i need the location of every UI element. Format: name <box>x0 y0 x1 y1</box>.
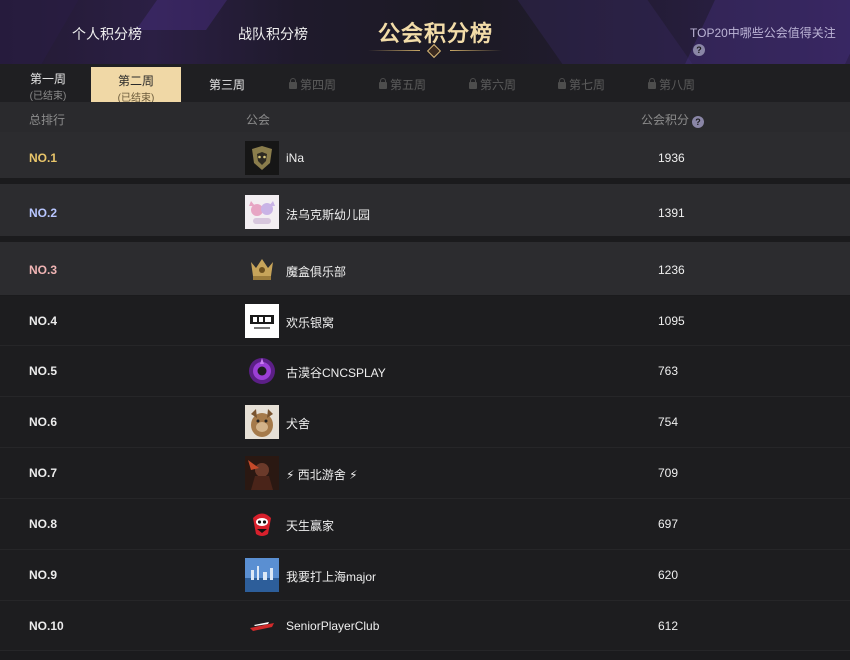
table-row: NO.6 犬舍 754 <box>0 397 850 448</box>
table-row: NO.4 欢乐银窝 1095 <box>0 296 850 346</box>
guild-logo <box>245 558 279 592</box>
guild-logo <box>245 456 279 490</box>
rank-label: NO.8 <box>29 517 58 531</box>
guild-points: 1391 <box>658 206 685 220</box>
tab-status: (已结束) <box>29 91 67 102</box>
guild-name[interactable]: 欢乐银窝 <box>286 314 334 331</box>
column-rank: 总排行 <box>29 113 66 127</box>
column-points-label: 公会积分 <box>641 113 690 127</box>
guild-points: 612 <box>658 619 679 633</box>
tab-week-5: 第五周 <box>379 64 426 102</box>
rank-label: NO.1 <box>29 151 58 165</box>
lock-icon <box>379 78 387 89</box>
tab-label: 第七周 <box>569 78 606 92</box>
guild-points: 1095 <box>658 314 685 328</box>
table-row: NO.3 魔盒俱乐部 1236 <box>0 242 850 296</box>
tab-week-8: 第八周 <box>648 64 695 102</box>
tab-label: 第一周 <box>29 72 66 86</box>
lock-icon <box>289 78 297 89</box>
tab-label: 第八周 <box>659 78 696 92</box>
guild-name[interactable]: SeniorPlayerClub <box>286 619 379 633</box>
guild-logo <box>245 195 279 229</box>
guild-points: 754 <box>658 415 679 429</box>
table-row: NO.9 我要打上海major 620 <box>0 550 850 601</box>
week-tabs: 第一周 (已结束) 第二周 (已结束) 第三周 第四周 第五周 第六周 第七周 … <box>0 64 850 104</box>
lock-icon <box>558 78 566 89</box>
rules-link-label: TOP20中哪些公会值得关注 <box>690 26 836 40</box>
guild-name[interactable]: 法乌克斯幼儿园 <box>286 206 370 223</box>
rank-label: NO.7 <box>29 466 58 480</box>
rules-link[interactable]: TOP20中哪些公会值得关注? <box>690 24 850 56</box>
guild-logo <box>245 507 279 541</box>
guild-points: 697 <box>658 517 679 531</box>
rank-label: NO.5 <box>29 364 58 378</box>
table-row: NO.8 天生赢家 697 <box>0 499 850 550</box>
tab-week-3[interactable]: 第三周 <box>207 64 247 102</box>
tab-week-2[interactable]: 第二周 (已结束) <box>91 67 181 104</box>
question-circle-icon: ? <box>693 44 705 56</box>
nav-team-ranking[interactable]: 战队积分榜 <box>238 24 308 44</box>
guild-name[interactable]: 古漠谷CNCSPLAY <box>286 364 386 381</box>
tab-label: 第五周 <box>390 78 427 92</box>
guild-logo <box>245 354 279 388</box>
guild-points: 1936 <box>658 151 685 165</box>
tab-label: 第四周 <box>300 78 337 92</box>
tab-week-7: 第七周 <box>558 64 605 102</box>
rank-label: NO.4 <box>29 314 58 328</box>
rank-label: NO.9 <box>29 568 58 582</box>
guild-points: 620 <box>658 568 679 582</box>
guild-logo <box>245 405 279 439</box>
guild-name[interactable]: ⚡ 西北游舍 ⚡ <box>286 466 358 483</box>
nav-personal-ranking[interactable]: 个人积分榜 <box>72 24 142 44</box>
header-decoration <box>135 0 235 30</box>
table-row: NO.5 古漠谷CNCSPLAY 763 <box>0 346 850 397</box>
table-row: NO.2 法乌克斯幼儿园 1391 <box>0 184 850 242</box>
guild-name[interactable]: 魔盒俱乐部 <box>286 263 346 280</box>
tab-label: 第六周 <box>480 78 517 92</box>
table-row: NO.10 SeniorPlayerClub 612 <box>0 601 850 651</box>
header-decoration <box>517 0 693 64</box>
table-row: NO.1 iNa 1936 <box>0 132 850 184</box>
lock-icon <box>469 78 477 89</box>
guild-logo <box>245 609 279 643</box>
question-circle-icon[interactable]: ? <box>692 116 705 128</box>
guild-name[interactable]: iNa <box>286 151 304 165</box>
title-ornament <box>368 43 502 59</box>
column-points: 公会积分? <box>641 111 705 128</box>
guild-name[interactable]: 天生赢家 <box>286 517 334 534</box>
guild-ranking-table: NO.1 iNa 1936 NO.2 法乌克斯幼儿园 1391 NO.3 魔盒俱… <box>0 132 850 651</box>
tab-week-4: 第四周 <box>289 64 336 102</box>
rank-label: NO.10 <box>29 619 64 633</box>
guild-name[interactable]: 我要打上海major <box>286 568 376 585</box>
rank-label: NO.2 <box>29 206 58 220</box>
guild-logo <box>245 304 279 338</box>
rank-label: NO.3 <box>29 263 58 277</box>
table-row: NO.7 ⚡ 西北游舍 ⚡ 709 <box>0 448 850 499</box>
guild-points: 709 <box>658 466 679 480</box>
guild-name[interactable]: 犬舍 <box>286 415 310 432</box>
column-guild: 公会 <box>246 113 271 127</box>
guild-points: 763 <box>658 364 679 378</box>
tab-week-1[interactable]: 第一周 (已结束) <box>24 64 72 102</box>
tab-week-6: 第六周 <box>469 64 516 102</box>
page-header: 个人积分榜 战队积分榜 公会积分榜 TOP20中哪些公会值得关注? <box>0 0 850 64</box>
page-title: 公会积分榜 <box>378 21 494 46</box>
header-decoration <box>0 0 79 64</box>
tab-label: 第三周 <box>208 78 245 92</box>
rank-label: NO.6 <box>29 415 58 429</box>
guild-logo <box>245 252 279 286</box>
lock-icon <box>648 78 656 89</box>
tab-label: 第二周 <box>117 74 154 88</box>
table-header: 总排行 公会 公会积分? <box>0 102 850 132</box>
guild-points: 1236 <box>658 263 685 277</box>
guild-logo <box>245 141 279 175</box>
